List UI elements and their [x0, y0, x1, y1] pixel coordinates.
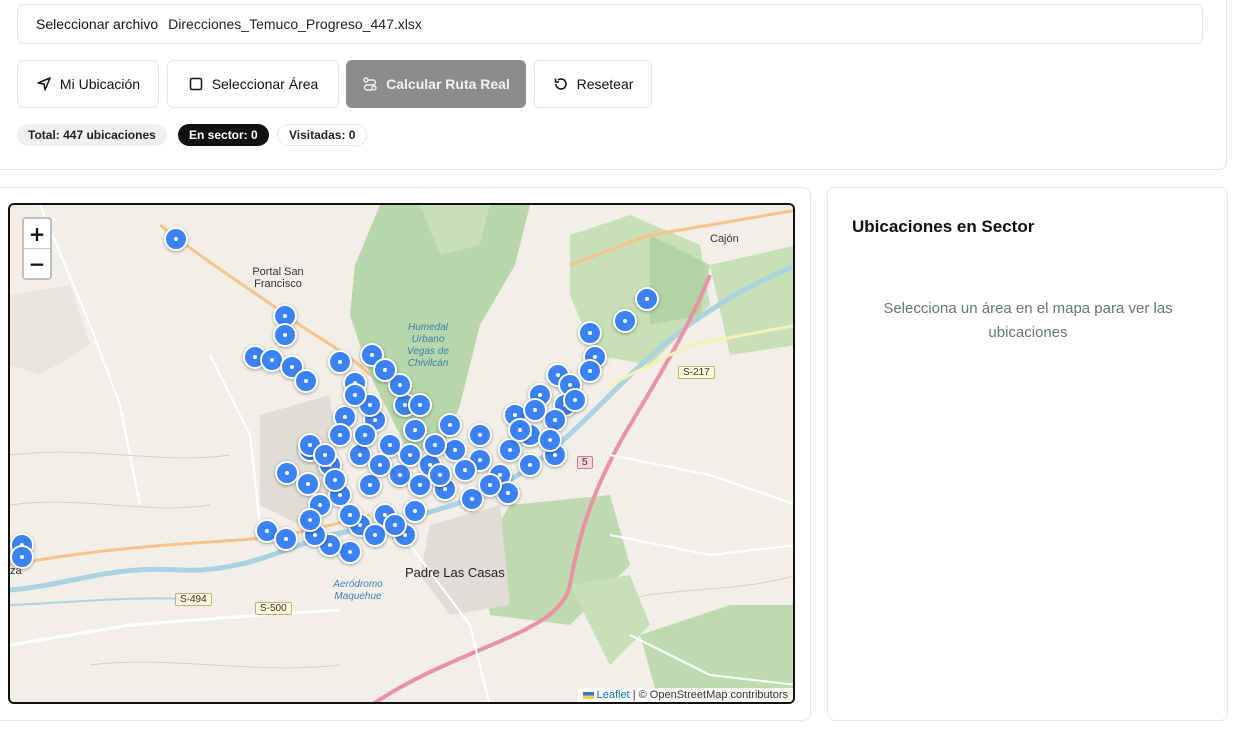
location-marker[interactable]	[10, 545, 34, 569]
location-marker[interactable]	[613, 309, 637, 333]
location-marker[interactable]	[338, 503, 362, 527]
location-marker[interactable]	[313, 443, 337, 467]
select-area-label: Seleccionar Área	[211, 76, 319, 92]
location-marker[interactable]	[523, 398, 547, 422]
square-icon	[189, 77, 202, 91]
in-sector-badge: En sector: 0	[178, 124, 269, 146]
location-marker[interactable]	[408, 393, 432, 417]
location-marker[interactable]	[343, 383, 367, 407]
road-shield-5: 5	[577, 456, 593, 469]
location-marker[interactable]	[428, 463, 452, 487]
zoom-in-button[interactable]: +	[24, 219, 50, 248]
attribution-text: | © OpenStreetMap contributors	[632, 689, 788, 701]
route-icon	[363, 77, 377, 91]
map-label-humedal: Humedal Urbano Vegas de Chivilcán	[407, 322, 449, 369]
location-marker[interactable]	[468, 423, 492, 447]
location-marker[interactable]	[164, 227, 188, 251]
location-marker[interactable]	[578, 321, 602, 345]
location-marker[interactable]	[453, 458, 477, 482]
total-badge: Total: 447 ubicaciones	[17, 124, 167, 146]
road-shield-s500: S-500	[255, 602, 292, 615]
map-label-portal: Portal San Francisco	[252, 266, 304, 290]
selected-file-name: Direcciones_Temuco_Progreso_447.xlsx	[168, 16, 422, 32]
location-marker[interactable]	[438, 413, 462, 437]
reset-button[interactable]: Resetear	[534, 60, 652, 108]
location-marker[interactable]	[273, 323, 297, 347]
location-marker[interactable]	[398, 443, 422, 467]
leaflet-map[interactable]: Portal San Francisco Humedal Urbano Vega…	[8, 203, 795, 704]
map-label-aerodromo: Aeródromo Maquehue	[333, 579, 383, 602]
road-shield-s217: S-217	[678, 366, 715, 379]
location-marker[interactable]	[328, 350, 352, 374]
calculate-route-label: Calcular Ruta Real	[386, 76, 510, 92]
location-marker[interactable]	[563, 388, 587, 412]
map-attribution: Leaflet | © OpenStreetMap contributors	[577, 688, 793, 702]
location-marker[interactable]	[478, 473, 502, 497]
location-marker[interactable]	[538, 428, 562, 452]
location-marker[interactable]	[323, 468, 347, 492]
zoom-out-button[interactable]: −	[24, 248, 50, 278]
location-marker[interactable]	[578, 359, 602, 383]
choose-file-button[interactable]: Seleccionar archivo	[36, 16, 158, 32]
location-marker[interactable]	[298, 508, 322, 532]
location-marker[interactable]	[403, 499, 427, 523]
location-marker[interactable]	[403, 418, 427, 442]
location-marker[interactable]	[294, 369, 318, 393]
location-marker[interactable]	[423, 433, 447, 457]
file-input[interactable]: Seleccionar archivo Direcciones_Temuco_P…	[17, 4, 1203, 44]
select-area-button[interactable]: Seleccionar Área	[167, 60, 339, 108]
location-marker[interactable]	[328, 423, 352, 447]
location-marker[interactable]	[353, 423, 377, 447]
location-marker[interactable]	[274, 527, 298, 551]
my-location-button[interactable]: Mi Ubicación	[17, 60, 159, 108]
road-shield-s494: S-494	[175, 593, 212, 606]
ukraine-flag-icon	[582, 691, 594, 699]
navigation-arrow-icon	[37, 77, 51, 91]
location-marker[interactable]	[368, 453, 392, 477]
leaflet-link[interactable]: Leaflet	[597, 689, 630, 701]
reset-label: Resetear	[576, 76, 634, 92]
location-marker[interactable]	[373, 358, 397, 382]
sector-empty-message: Selecciona un área en el mapa para ver l…	[883, 300, 1173, 341]
map-label-padre-las-casas: Padre Las Casas	[405, 565, 505, 580]
location-marker[interactable]	[518, 453, 542, 477]
sector-panel: Ubicaciones en Sector Selecciona un área…	[827, 187, 1228, 721]
calculate-route-button[interactable]: Calcular Ruta Real	[346, 60, 526, 108]
location-marker[interactable]	[635, 287, 659, 311]
zoom-control: + −	[22, 217, 52, 280]
visited-badge: Visitadas: 0	[277, 124, 368, 146]
sector-panel-title: Ubicaciones en Sector	[852, 217, 1035, 236]
my-location-label: Mi Ubicación	[59, 76, 141, 92]
map-label-cajon: Cajón	[710, 233, 739, 245]
rotate-ccw-icon	[554, 78, 567, 90]
location-marker[interactable]	[383, 513, 407, 537]
location-marker[interactable]	[508, 418, 532, 442]
